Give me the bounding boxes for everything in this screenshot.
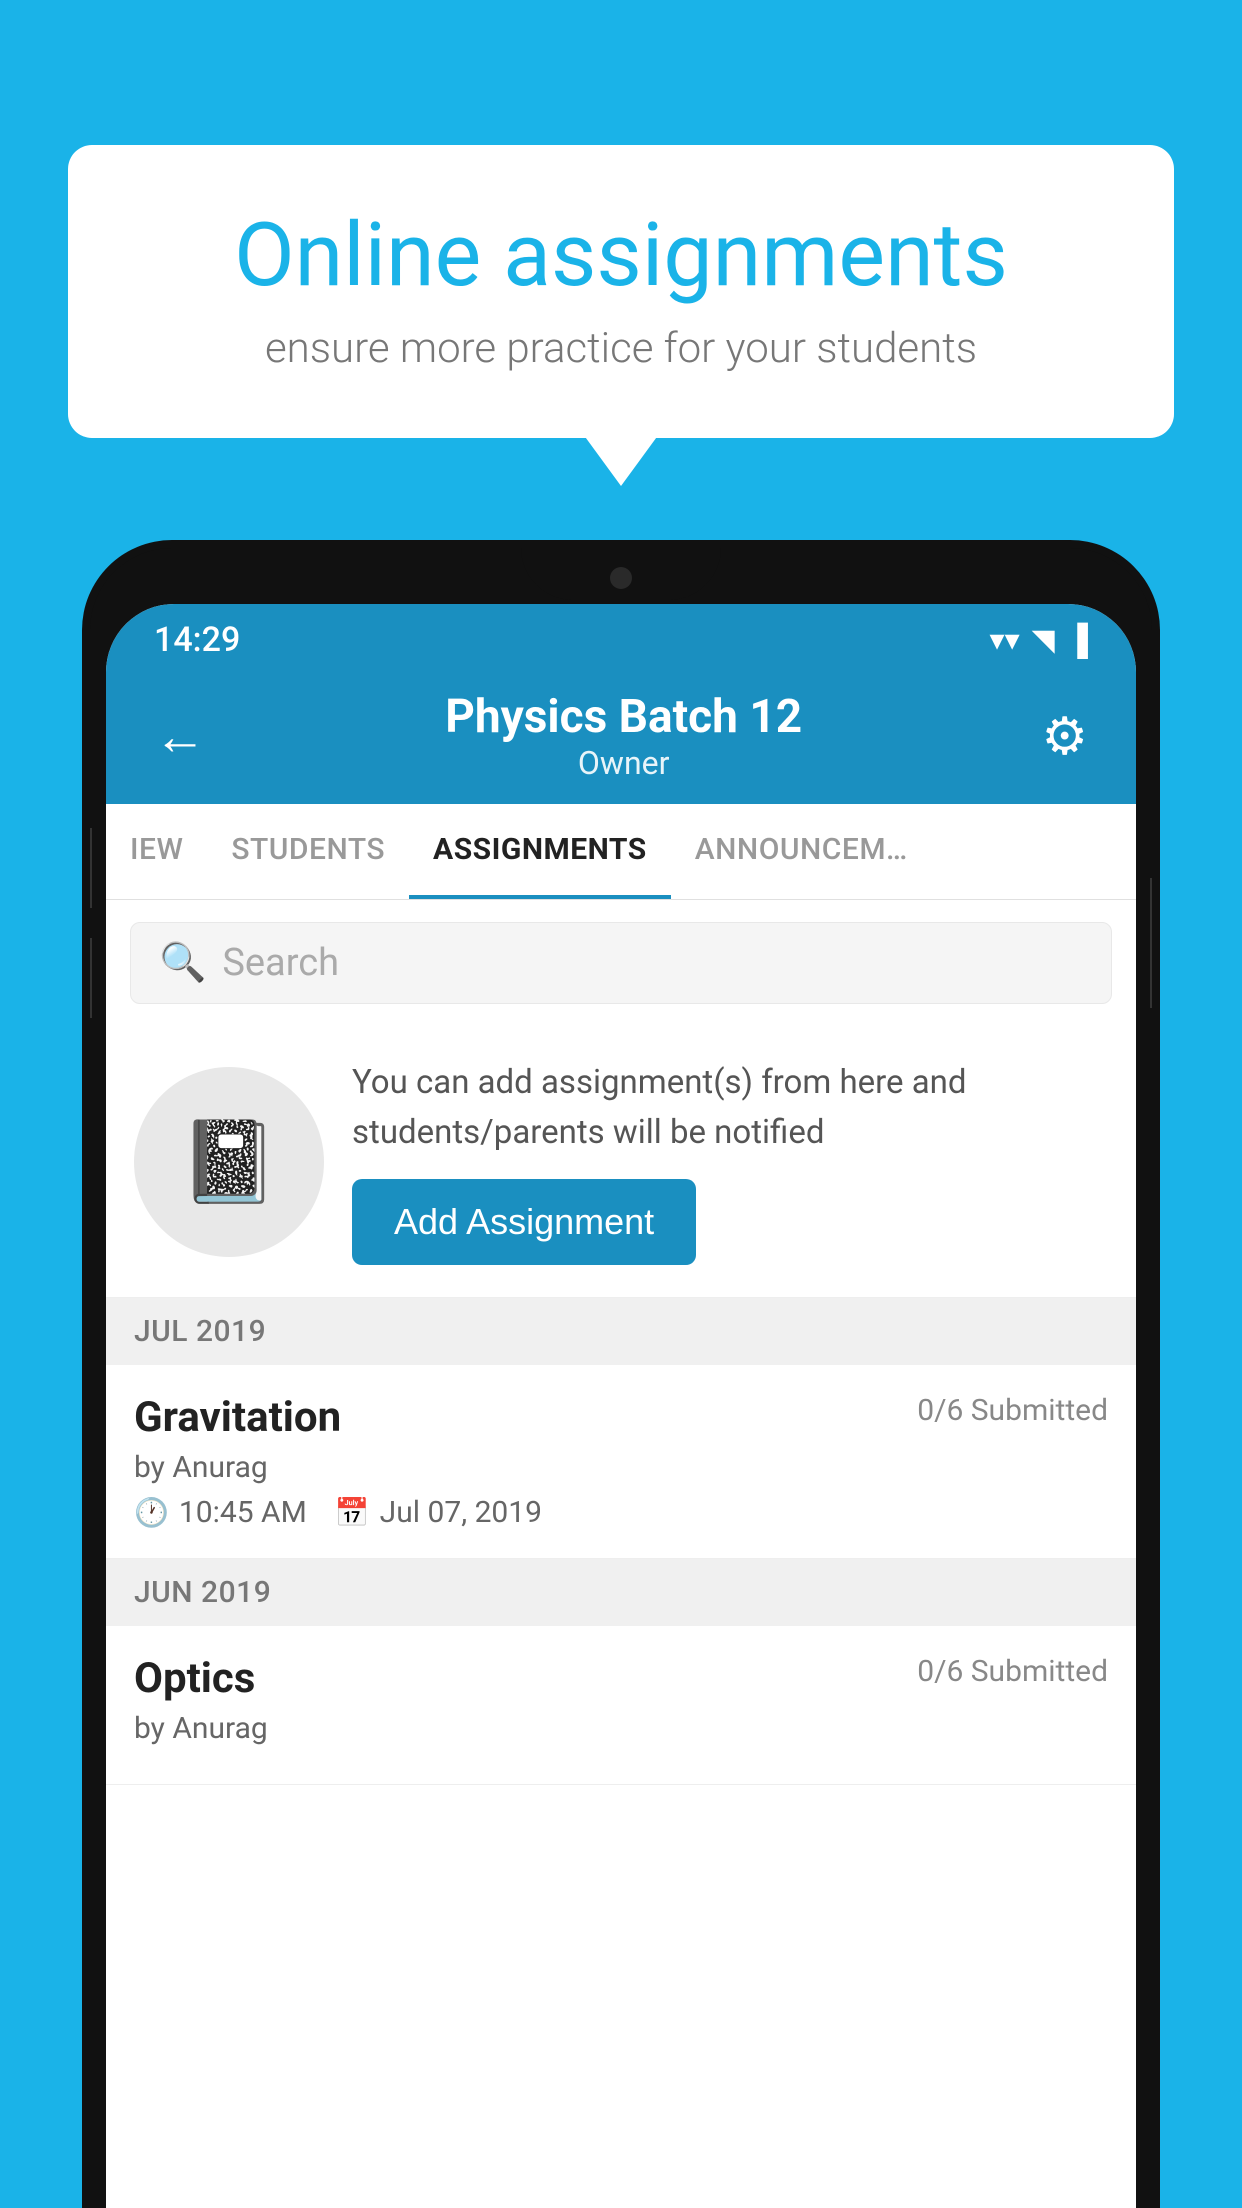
search-placeholder: Search: [222, 941, 339, 985]
side-button-power: [1150, 878, 1152, 1008]
app-header: ← Physics Batch 12 Owner ⚙: [106, 672, 1136, 804]
phone-frame: 14:29 ▾▾ ◥ ▐ ← Physics Batch 12 Owner ⚙ …: [82, 540, 1160, 2208]
back-button[interactable]: ←: [154, 706, 206, 767]
screen-content: 🔍 Search 📓 You can add assignment(s) fro…: [106, 900, 1136, 2208]
assignment-submitted-gravitation: 0/6 Submitted: [917, 1393, 1108, 1428]
speech-bubble-container: Online assignments ensure more practice …: [68, 145, 1174, 438]
tab-announcements[interactable]: ANNOUNCEM…: [671, 804, 932, 899]
tabs-bar: IEW STUDENTS ASSIGNMENTS ANNOUNCEM…: [106, 804, 1136, 900]
wifi-icon: ▾▾: [990, 623, 1020, 658]
signal-icon: ◥: [1032, 623, 1055, 658]
assignment-item-gravitation[interactable]: Gravitation 0/6 Submitted by Anurag 🕐 10…: [106, 1365, 1136, 1559]
clock-icon: 🕐: [134, 1496, 169, 1529]
assignment-author-gravitation: by Anurag: [134, 1450, 1108, 1485]
side-button-volume-up: [90, 828, 92, 908]
battery-icon: ▐: [1067, 623, 1088, 658]
front-camera: [610, 567, 632, 589]
promo-text: You can add assignment(s) from here and …: [352, 1058, 1108, 1157]
speech-bubble: Online assignments ensure more practice …: [68, 145, 1174, 438]
assignment-time-value: 10:45 AM: [179, 1495, 307, 1530]
assignment-header: Gravitation 0/6 Submitted: [134, 1393, 1108, 1442]
assignment-item-optics[interactable]: Optics 0/6 Submitted by Anurag: [106, 1626, 1136, 1785]
assignment-date: 📅 Jul 07, 2019: [335, 1495, 542, 1530]
phone-inner: 14:29 ▾▾ ◥ ▐ ← Physics Batch 12 Owner ⚙ …: [90, 548, 1152, 2208]
add-assignment-button[interactable]: Add Assignment: [352, 1179, 696, 1265]
assignment-time: 🕐 10:45 AM: [134, 1495, 307, 1530]
assignment-submitted-optics: 0/6 Submitted: [917, 1654, 1108, 1689]
assignment-title-optics: Optics: [134, 1654, 255, 1703]
promo-section: 📓 You can add assignment(s) from here an…: [106, 1026, 1136, 1298]
tab-assignments[interactable]: ASSIGNMENTS: [409, 804, 671, 899]
status-icons: ▾▾ ◥ ▐: [990, 623, 1088, 658]
header-title: Physics Batch 12: [445, 690, 802, 744]
calendar-icon: 📅: [335, 1496, 370, 1529]
status-time: 14:29: [154, 620, 240, 660]
month-separator-jul: JUL 2019: [106, 1298, 1136, 1365]
settings-icon[interactable]: ⚙: [1041, 706, 1088, 767]
assignment-date-value: Jul 07, 2019: [380, 1495, 542, 1530]
header-center: Physics Batch 12 Owner: [445, 690, 802, 782]
status-bar: 14:29 ▾▾ ◥ ▐: [106, 604, 1136, 672]
header-subtitle: Owner: [445, 744, 802, 782]
search-bar-container: 🔍 Search: [106, 900, 1136, 1026]
tab-iew[interactable]: IEW: [106, 804, 207, 899]
side-button-volume-down: [90, 938, 92, 1018]
search-icon: 🔍: [159, 941, 206, 985]
phone-screen: 14:29 ▾▾ ◥ ▐ ← Physics Batch 12 Owner ⚙ …: [106, 604, 1136, 2208]
promo-right: You can add assignment(s) from here and …: [352, 1058, 1108, 1265]
promo-icon-circle: 📓: [134, 1067, 324, 1257]
tab-students[interactable]: STUDENTS: [207, 804, 409, 899]
phone-notch: [521, 548, 721, 600]
search-bar[interactable]: 🔍 Search: [130, 922, 1112, 1004]
speech-bubble-title: Online assignments: [138, 205, 1104, 306]
speech-bubble-subtitle: ensure more practice for your students: [138, 324, 1104, 373]
month-separator-jun: JUN 2019: [106, 1559, 1136, 1626]
assignment-author-optics: by Anurag: [134, 1711, 1108, 1746]
notebook-icon: 📓: [179, 1115, 279, 1209]
assignment-title-gravitation: Gravitation: [134, 1393, 341, 1442]
assignment-header-optics: Optics 0/6 Submitted: [134, 1654, 1108, 1703]
assignment-meta-gravitation: 🕐 10:45 AM 📅 Jul 07, 2019: [134, 1495, 1108, 1530]
